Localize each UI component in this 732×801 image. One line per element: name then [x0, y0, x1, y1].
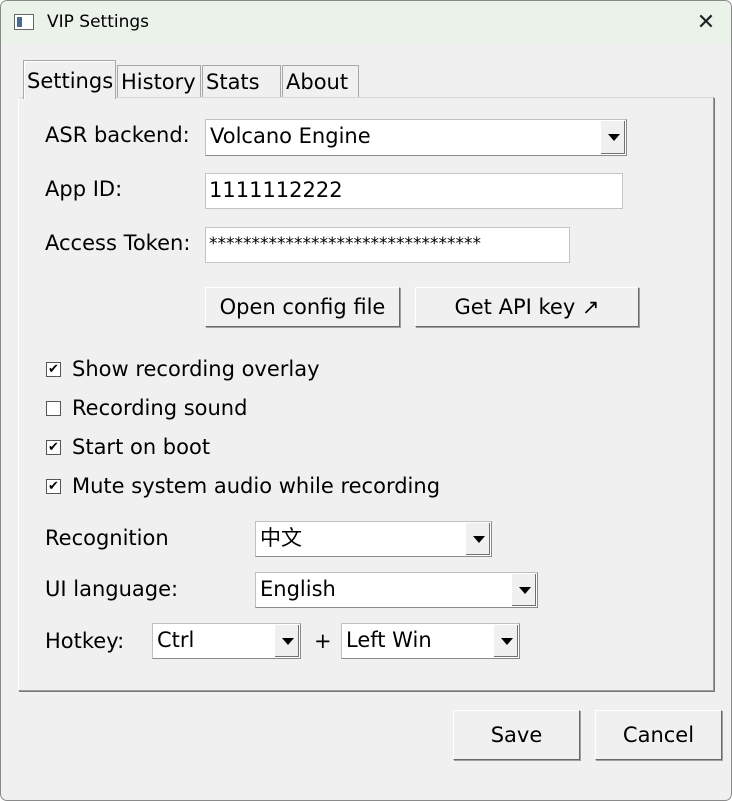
recording-sound-label[interactable]: Recording sound: [72, 396, 247, 420]
start-on-boot-label[interactable]: Start on boot: [72, 435, 210, 459]
show-overlay-label[interactable]: Show recording overlay: [72, 357, 320, 381]
show-overlay-checkbox[interactable]: ✔: [46, 362, 61, 377]
tab-about-label: About: [286, 70, 349, 94]
title-bar[interactable]: VIP Settings ✕: [1, 1, 731, 45]
asr-backend-label: ASR backend:: [45, 123, 190, 147]
hotkey-label: Hotkey:: [45, 629, 125, 653]
chevron-down-icon[interactable]: [493, 625, 518, 657]
mute-audio-checkbox[interactable]: ✔: [46, 479, 61, 494]
start-on-boot-checkbox[interactable]: ✔: [46, 440, 61, 455]
ui-language-value: English: [260, 577, 336, 601]
hotkey-plus: +: [314, 629, 332, 653]
cancel-button[interactable]: Cancel: [595, 710, 722, 760]
tab-history[interactable]: History: [117, 65, 201, 97]
tab-stats[interactable]: Stats: [202, 65, 281, 97]
hotkey-modifier-select[interactable]: Ctrl: [152, 623, 301, 659]
app-id-input[interactable]: 1111112222: [205, 173, 623, 209]
save-button[interactable]: Save: [453, 710, 580, 760]
app-icon: [14, 14, 34, 30]
mute-audio-label[interactable]: Mute system audio while recording: [72, 474, 440, 498]
tab-history-label: History: [121, 70, 196, 94]
chevron-down-icon[interactable]: [600, 121, 625, 154]
ui-language-label: UI language:: [45, 577, 179, 601]
hotkey-key-select[interactable]: Left Win: [341, 623, 520, 659]
hotkey-modifier-value: Ctrl: [157, 628, 195, 652]
settings-window: VIP Settings ✕ Settings History Stats Ab…: [0, 0, 732, 801]
recognition-label: Recognition: [45, 526, 169, 550]
chevron-down-icon[interactable]: [274, 625, 299, 657]
tab-settings[interactable]: Settings: [23, 60, 116, 99]
recording-sound-checkbox[interactable]: [46, 401, 61, 416]
open-config-file-button[interactable]: Open config file: [205, 287, 400, 327]
recognition-select[interactable]: 中文: [255, 521, 492, 557]
recognition-value: 中文: [260, 526, 302, 550]
asr-backend-select[interactable]: Volcano Engine: [205, 119, 627, 156]
chevron-down-icon[interactable]: [465, 523, 490, 555]
tab-settings-label: Settings: [27, 69, 114, 93]
hotkey-key-value: Left Win: [346, 628, 432, 652]
tab-about[interactable]: About: [282, 65, 359, 97]
close-icon[interactable]: ✕: [689, 7, 723, 39]
ui-language-select[interactable]: English: [255, 572, 538, 608]
get-api-key-button[interactable]: Get API key ↗: [415, 287, 639, 327]
chevron-down-icon[interactable]: [511, 574, 536, 606]
app-id-label: App ID:: [45, 177, 123, 201]
access-token-label: Access Token:: [45, 231, 191, 255]
window-title: VIP Settings: [47, 12, 150, 32]
tab-stats-label: Stats: [206, 70, 260, 94]
asr-backend-value: Volcano Engine: [210, 124, 371, 148]
access-token-input[interactable]: ********************************: [205, 227, 570, 263]
